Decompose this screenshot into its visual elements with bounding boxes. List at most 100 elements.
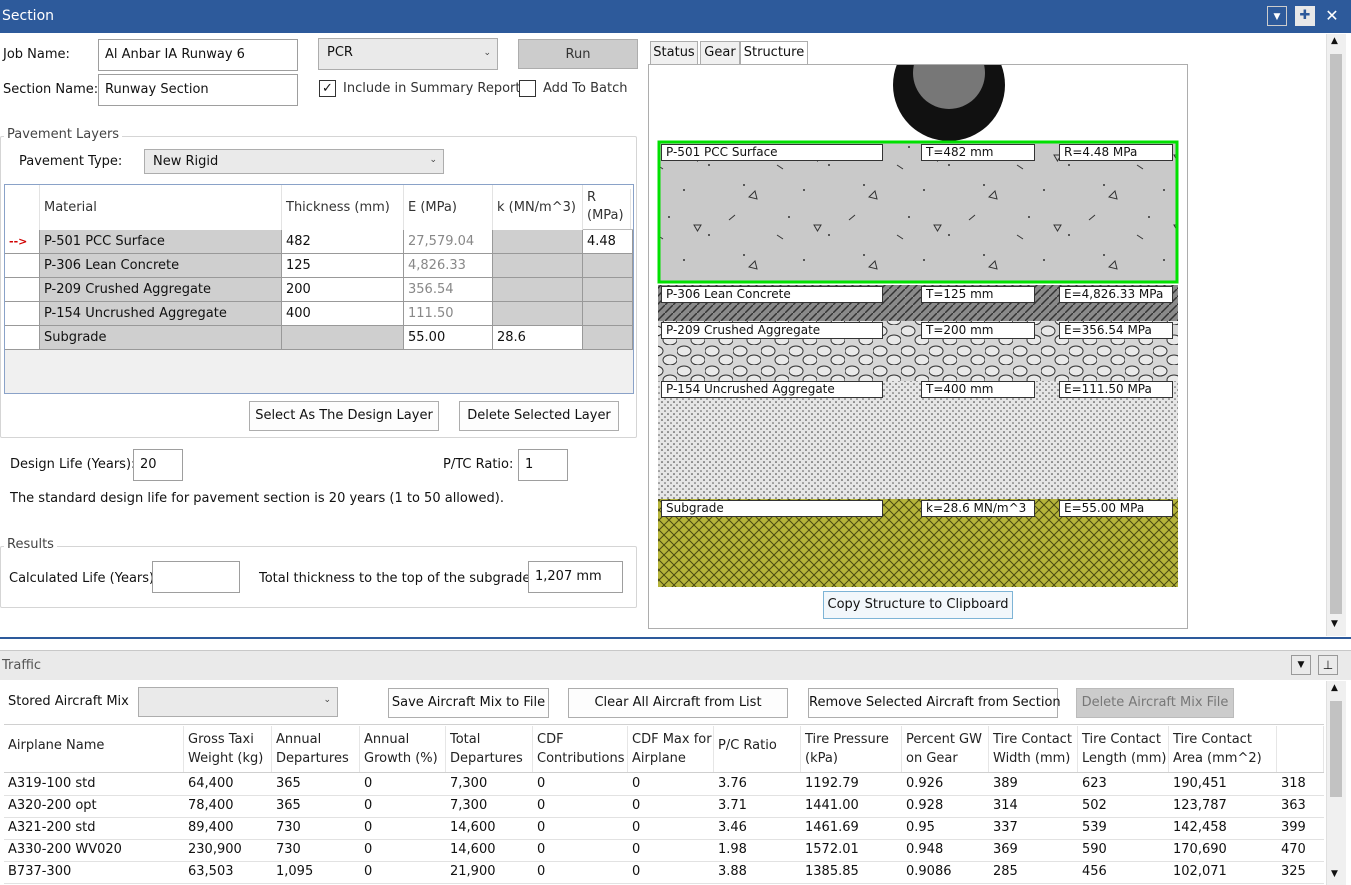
traffic-column-header[interactable]: Tire Contact Length (mm) [1078, 726, 1169, 772]
total-thickness-input[interactable]: 1,207 mm [528, 561, 623, 593]
copy-structure-button[interactable]: Copy Structure to Clipboard [823, 591, 1013, 619]
traffic-cell[interactable]: 623 [1078, 773, 1169, 795]
design-life-input[interactable]: 20 [133, 449, 183, 481]
traffic-cell[interactable]: 63,503 [184, 861, 272, 883]
scroll-down-icon[interactable]: ▼ [1331, 619, 1338, 629]
layer-cell-e[interactable]: 55.00 [404, 326, 493, 350]
select-design-layer-button[interactable]: Select As The Design Layer [249, 401, 439, 431]
traffic-cell[interactable]: 470 [1277, 839, 1324, 861]
traffic-column-header[interactable]: Gross Taxi Weight (kg) [184, 726, 272, 772]
layer-cell-k[interactable] [493, 254, 583, 278]
traffic-column-header[interactable]: CDF Contributions [533, 726, 628, 772]
tab-gear[interactable]: Gear [700, 41, 740, 65]
traffic-cell[interactable]: B737-300 [4, 861, 184, 883]
traffic-cell[interactable]: 502 [1078, 795, 1169, 817]
layer-cell-material[interactable]: P-154 Uncrushed Aggregate [40, 302, 282, 326]
traffic-cell[interactable]: 0 [628, 839, 714, 861]
traffic-cell[interactable]: 456 [1078, 861, 1169, 883]
layer-cell-k[interactable] [493, 302, 583, 326]
method-select[interactable]: PCR ⌄ [318, 38, 498, 70]
traffic-cell[interactable]: 0 [628, 795, 714, 817]
column-thickness[interactable]: Thickness (mm) [282, 185, 404, 230]
layer-cell-material[interactable]: Subgrade [40, 326, 282, 350]
traffic-cell[interactable]: 142,458 [1169, 817, 1277, 839]
column-k[interactable]: k (MN/m^3) [493, 185, 583, 230]
calculated-life-input[interactable] [152, 561, 240, 593]
traffic-cell[interactable]: 365 [272, 773, 360, 795]
layer-cell-k[interactable] [493, 230, 583, 254]
traffic-cell[interactable]: 285 [989, 861, 1078, 883]
traffic-cell[interactable]: 230,900 [184, 839, 272, 861]
traffic-cell[interactable]: A320-200 opt [4, 795, 184, 817]
save-mix-button[interactable]: Save Aircraft Mix to File [388, 688, 549, 718]
tab-status[interactable]: Status [650, 41, 698, 65]
traffic-cell[interactable]: 7,300 [446, 795, 533, 817]
traffic-cell[interactable]: 0.926 [902, 773, 989, 795]
traffic-cell[interactable]: 64,400 [184, 773, 272, 795]
traffic-scrollbar-thumb[interactable] [1330, 701, 1342, 797]
remove-selected-button[interactable]: Remove Selected Aircraft from Section [808, 688, 1061, 718]
traffic-cell[interactable]: 0 [360, 839, 446, 861]
column-r[interactable]: R (MPa) [583, 189, 631, 229]
ptc-ratio-input[interactable]: 1 [518, 449, 568, 481]
traffic-cell[interactable]: 0 [360, 773, 446, 795]
traffic-cell[interactable]: 1385.85 [801, 861, 902, 883]
traffic-cell[interactable]: 0 [628, 773, 714, 795]
layer-cell-thickness[interactable] [282, 326, 404, 350]
traffic-cell[interactable]: A321-200 std [4, 817, 184, 839]
layer-cell-e[interactable]: 4,826.33 [404, 254, 493, 278]
traffic-cell[interactable]: 1461.69 [801, 817, 902, 839]
layer-cell-material[interactable]: P-501 PCC Surface [40, 230, 282, 254]
traffic-cell[interactable]: 399 [1277, 817, 1324, 839]
traffic-cell[interactable]: 3.88 [714, 861, 801, 883]
close-icon[interactable]: ✕ [1322, 6, 1342, 26]
delete-layer-button[interactable]: Delete Selected Layer [459, 401, 619, 431]
traffic-cell[interactable]: 1192.79 [801, 773, 902, 795]
scroll-down-icon[interactable]: ▼ [1331, 869, 1338, 879]
layer-cell-r[interactable] [583, 302, 633, 326]
include-summary-checkbox[interactable]: ✓ [319, 80, 336, 97]
traffic-cell[interactable]: 0 [628, 861, 714, 883]
tab-structure[interactable]: Structure [740, 41, 808, 66]
traffic-column-header[interactable]: P/C Ratio [714, 726, 801, 772]
traffic-cell[interactable]: 14,600 [446, 817, 533, 839]
layer-cell-e[interactable]: 111.50 [404, 302, 493, 326]
traffic-column-header[interactable]: Airplane Name [4, 726, 184, 772]
traffic-cell[interactable]: 1441.00 [801, 795, 902, 817]
traffic-column-header[interactable]: Tire Contact Area (mm^2) [1169, 726, 1277, 772]
traffic-cell[interactable]: 730 [272, 839, 360, 861]
traffic-cell[interactable]: 0.928 [902, 795, 989, 817]
pin-icon[interactable]: ⊥ [1318, 655, 1338, 675]
traffic-cell[interactable]: 730 [272, 817, 360, 839]
layer-cell-thickness[interactable]: 400 [282, 302, 404, 326]
traffic-cell[interactable]: 0 [628, 817, 714, 839]
traffic-cell[interactable]: 0 [533, 839, 628, 861]
traffic-cell[interactable]: 0 [360, 817, 446, 839]
upper-scrollbar[interactable]: ▲ ▼ [1326, 34, 1346, 636]
traffic-cell[interactable]: 0 [533, 817, 628, 839]
traffic-cell[interactable]: 1,095 [272, 861, 360, 883]
traffic-column-header[interactable]: Tire Pressure (kPa) [801, 726, 902, 772]
upper-scrollbar-thumb[interactable] [1330, 54, 1342, 614]
layer-cell-thickness[interactable]: 482 [282, 230, 404, 254]
layer-cell-r[interactable] [583, 278, 633, 302]
layer-cell-material[interactable]: P-209 Crushed Aggregate [40, 278, 282, 302]
add-to-batch-checkbox[interactable] [519, 80, 536, 97]
traffic-column-header[interactable]: Tire Contact Width (mm) [989, 726, 1078, 772]
traffic-cell[interactable]: 170,690 [1169, 839, 1277, 861]
traffic-cell[interactable]: 3.46 [714, 817, 801, 839]
traffic-column-header[interactable]: Annual Growth (%) [360, 726, 446, 772]
traffic-cell[interactable]: 7,300 [446, 773, 533, 795]
traffic-cell[interactable]: 325 [1277, 861, 1324, 883]
layer-cell-material[interactable]: P-306 Lean Concrete [40, 254, 282, 278]
layer-cell-k[interactable] [493, 278, 583, 302]
stored-mix-select[interactable]: ⌄ [138, 687, 338, 717]
dropdown-icon[interactable]: ▼ [1267, 6, 1287, 26]
traffic-column-header[interactable]: Total Departures [446, 726, 533, 772]
traffic-cell[interactable]: 0 [533, 773, 628, 795]
traffic-cell[interactable]: 190,451 [1169, 773, 1277, 795]
column-material[interactable]: Material [40, 185, 282, 230]
traffic-cell[interactable]: 123,787 [1169, 795, 1277, 817]
traffic-cell[interactable]: 363 [1277, 795, 1324, 817]
traffic-cell[interactable]: 0.948 [902, 839, 989, 861]
